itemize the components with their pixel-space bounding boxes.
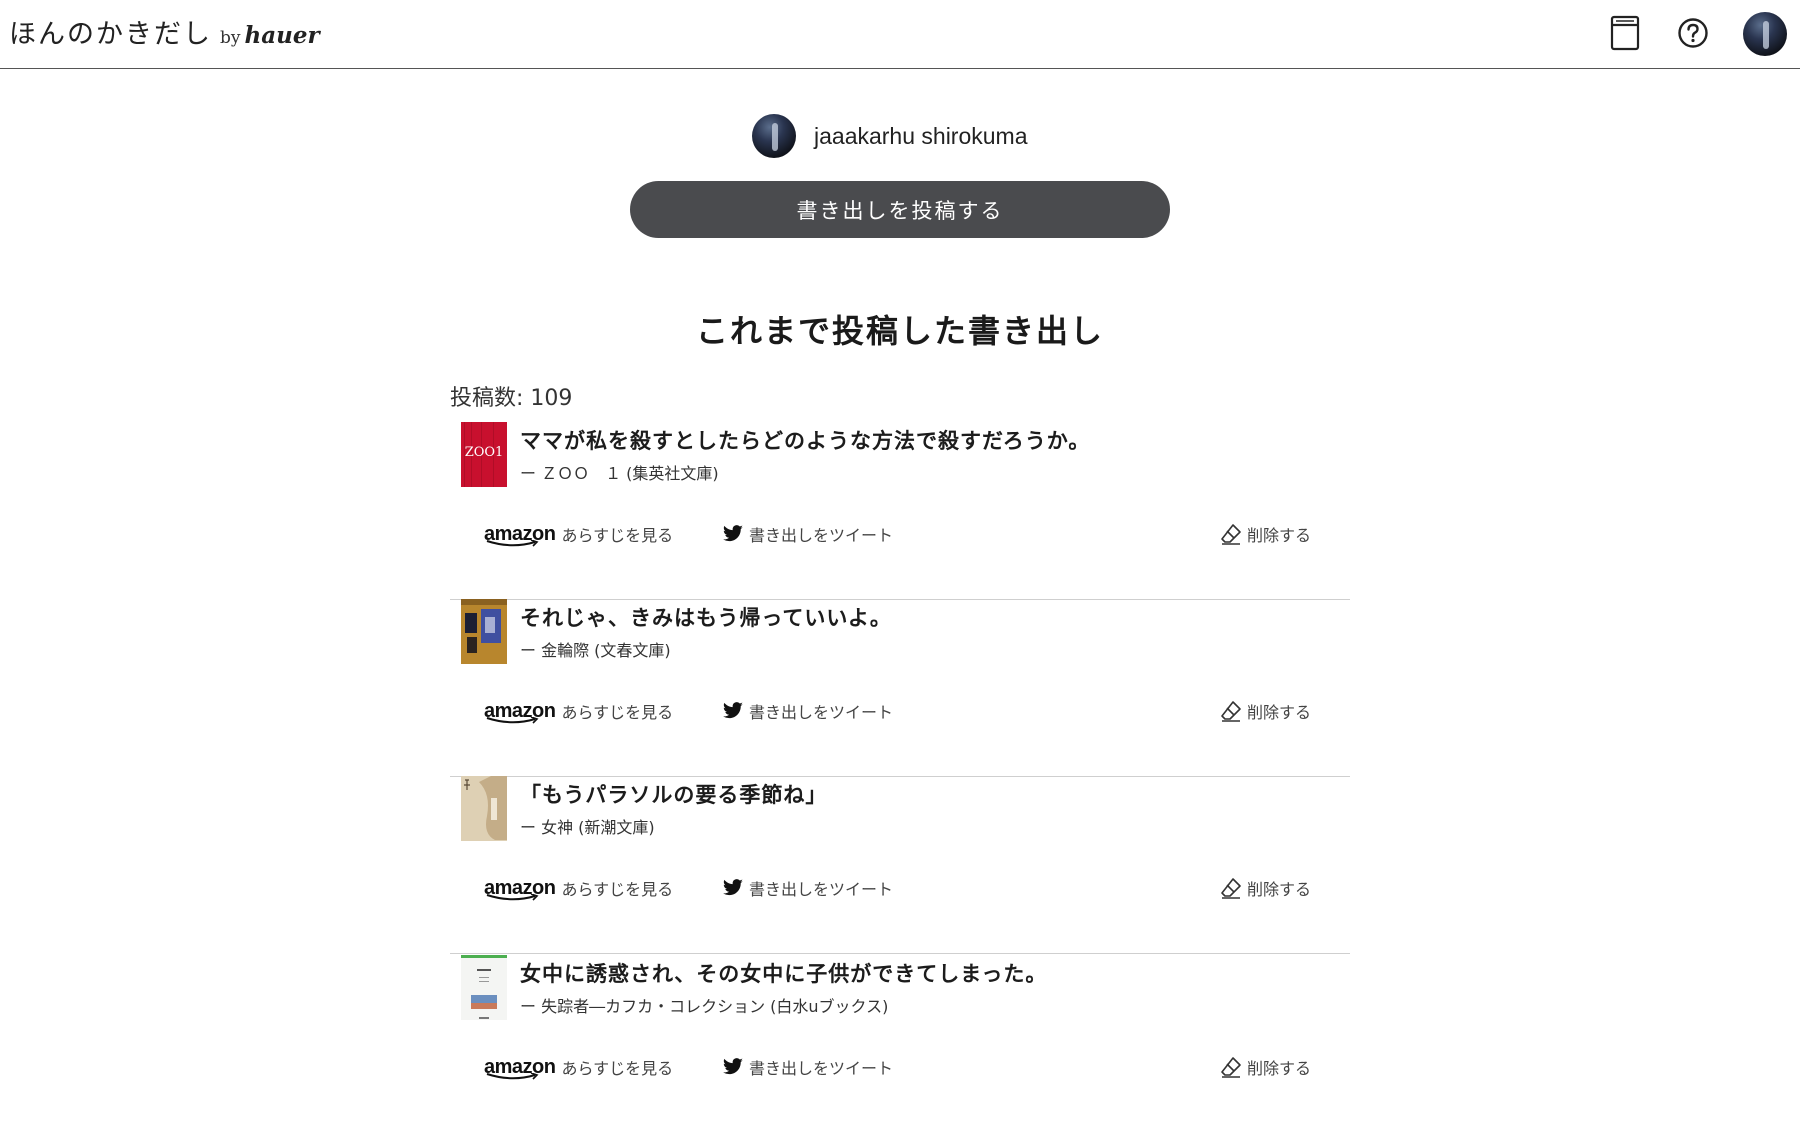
entry-actions: amazon あらすじを見る 書き出しをツイート 削除する xyxy=(450,699,1350,729)
app-header: ほんのかきだし by hauer xyxy=(0,0,1800,69)
entry-quote: それじゃ、きみはもう帰っていいよ。 xyxy=(520,605,892,630)
tweet-button[interactable]: 書き出しをツイート xyxy=(722,699,893,723)
list-item: 女中に誘惑され、その女中に子供ができてしまった。 ー 失踪者―カフカ・コレクショ… xyxy=(450,955,1350,1133)
amazon-link-label: あらすじを見る xyxy=(561,703,674,722)
delete-label: 削除する xyxy=(1247,526,1312,545)
tweet-label: 書き出しをツイート xyxy=(749,703,894,722)
svg-text:ZOO1: ZOO1 xyxy=(465,445,504,460)
entry-quote: 「もうパラソルの要る季節ね」 xyxy=(520,782,828,807)
profile-row: jaaakarhu shirokuma xyxy=(752,114,1028,158)
tweet-label: 書き出しをツイート xyxy=(749,880,894,899)
entry-book: ー 失踪者―カフカ・コレクション (白水uブックス) xyxy=(520,997,889,1016)
tweet-label: 書き出しをツイート xyxy=(749,526,894,545)
help-icon[interactable] xyxy=(1673,13,1713,53)
amazon-logo-icon: amazon xyxy=(484,877,556,901)
entry-quote: ママが私を殺すとしたらどのような方法で殺すだろうか。 xyxy=(520,428,1091,453)
amazon-logo-icon: amazon xyxy=(484,523,556,547)
entry-book: ー 女神 (新潮文庫) xyxy=(520,818,655,837)
profile-username: jaaakarhu shirokuma xyxy=(814,122,1028,149)
tweet-button[interactable]: 書き出しをツイート xyxy=(722,522,893,546)
delete-button[interactable]: 削除する xyxy=(1220,699,1311,723)
eraser-icon xyxy=(1220,523,1242,545)
logo-brand: hauer xyxy=(244,22,320,49)
entry-actions: amazon あらすじを見る 書き出しをツイート 削除する xyxy=(450,1055,1350,1085)
amazon-synopsis-link[interactable]: amazon あらすじを見る xyxy=(484,1055,674,1080)
twitter-icon xyxy=(722,702,744,720)
amazon-link-label: あらすじを見る xyxy=(561,1059,674,1078)
twitter-icon xyxy=(722,879,744,897)
list-item: ZOO1 ママが私を殺すとしたらどのような方法で殺すだろうか。 ー ＺＯＯ １ … xyxy=(450,422,1350,600)
delete-label: 削除する xyxy=(1247,1059,1312,1078)
eraser-icon xyxy=(1220,877,1242,899)
delete-label: 削除する xyxy=(1247,703,1312,722)
tweet-button[interactable]: 書き出しをツイート xyxy=(722,1055,893,1079)
section-title: これまで投稿した書き出し xyxy=(695,312,1104,350)
logo-title: ほんのかきだし xyxy=(9,19,212,50)
site-logo[interactable]: ほんのかきだし by hauer xyxy=(9,12,320,51)
entry-book: ー 金輪際 (文春文庫) xyxy=(520,641,671,660)
book-cover[interactable] xyxy=(461,955,507,1020)
amazon-link-label: あらすじを見る xyxy=(561,526,674,545)
eraser-icon xyxy=(1220,1056,1242,1078)
book-cover[interactable]: ZOO1 xyxy=(461,422,507,487)
profile-avatar xyxy=(752,114,796,158)
entry-quote: 女中に誘惑され、その女中に子供ができてしまった。 xyxy=(520,961,1048,986)
user-avatar[interactable] xyxy=(1743,12,1787,56)
delete-button[interactable]: 削除する xyxy=(1220,876,1311,900)
amazon-synopsis-link[interactable]: amazon あらすじを見る xyxy=(484,699,674,724)
entry-book: ー ＺＯＯ １ (集英社文庫) xyxy=(520,464,719,483)
tweet-label: 書き出しをツイート xyxy=(749,1059,894,1078)
post-count: 投稿数: 109 xyxy=(450,386,573,411)
entry-actions: amazon あらすじを見る 書き出しをツイート 削除する xyxy=(450,876,1350,906)
amazon-link-label: あらすじを見る xyxy=(561,880,674,899)
delete-button[interactable]: 削除する xyxy=(1220,522,1311,546)
amazon-logo-icon: amazon xyxy=(484,700,556,724)
book-icon[interactable] xyxy=(1605,13,1645,53)
post-opening-button[interactable]: 書き出しを投稿する xyxy=(630,181,1170,238)
amazon-synopsis-link[interactable]: amazon あらすじを見る xyxy=(484,522,674,547)
delete-button[interactable]: 削除する xyxy=(1220,1055,1311,1079)
amazon-logo-icon: amazon xyxy=(484,1056,556,1080)
logo-by: by xyxy=(220,28,241,48)
list-item: それじゃ、きみはもう帰っていいよ。 ー 金輪際 (文春文庫) amazon あら… xyxy=(450,599,1350,777)
entry-actions: amazon あらすじを見る 書き出しをツイート 削除する xyxy=(450,522,1350,552)
tweet-button[interactable]: 書き出しをツイート xyxy=(722,876,893,900)
amazon-synopsis-link[interactable]: amazon あらすじを見る xyxy=(484,876,674,901)
book-cover[interactable] xyxy=(461,776,507,841)
list-item: 「もうパラソルの要る季節ね」 ー 女神 (新潮文庫) amazon あらすじを見… xyxy=(450,776,1350,954)
book-cover[interactable] xyxy=(461,599,507,664)
twitter-icon xyxy=(722,1058,744,1076)
delete-label: 削除する xyxy=(1247,880,1312,899)
eraser-icon xyxy=(1220,700,1242,722)
twitter-icon xyxy=(722,525,744,543)
